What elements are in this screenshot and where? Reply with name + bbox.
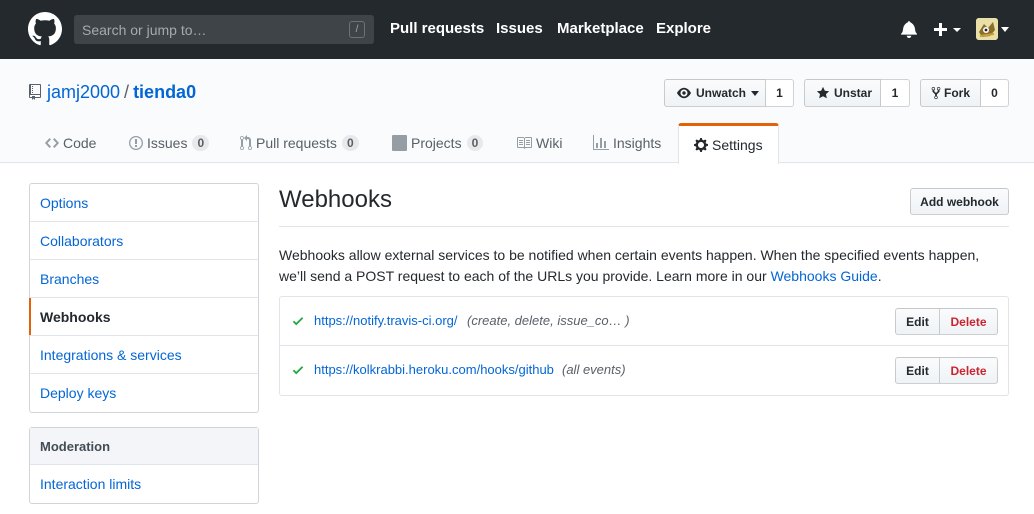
nav-pull-requests[interactable]: Pull requests: [390, 20, 484, 37]
tab-pull-requests[interactable]: Pull requests 0: [240, 123, 359, 163]
unwatch-button[interactable]: Unwatch: [664, 79, 766, 107]
tab-issues-label: Issues: [147, 135, 188, 151]
webhooks-guide-link[interactable]: Webhooks Guide: [771, 268, 878, 284]
tab-insights-label: Insights: [613, 135, 662, 151]
unwatch-label: Unwatch: [696, 86, 747, 100]
delete-webhook-button[interactable]: Delete: [939, 357, 998, 384]
sidebar-item-integrations[interactable]: Integrations & services: [30, 336, 258, 374]
search-box[interactable]: /: [74, 15, 374, 44]
caret-down-icon: [751, 90, 760, 96]
unstar-label: Unstar: [834, 86, 873, 100]
star-icon: [816, 86, 830, 99]
stargazers-count[interactable]: 1: [881, 79, 910, 107]
tab-settings[interactable]: Settings: [678, 123, 779, 164]
pull-request-icon: [240, 135, 252, 150]
watchers-count[interactable]: 1: [766, 79, 794, 107]
bell-icon[interactable]: [900, 20, 918, 38]
list-item: https://notify.travis-ci.org/ (create, d…: [280, 297, 1008, 346]
sidebar-item-deploy-keys[interactable]: Deploy keys: [30, 374, 258, 412]
tab-issues[interactable]: Issues 0: [129, 123, 210, 163]
issue-icon: [129, 136, 143, 150]
forks-count[interactable]: 0: [981, 79, 1009, 107]
edit-webhook-button[interactable]: Edit: [895, 357, 940, 384]
tab-insights[interactable]: Insights: [593, 123, 661, 163]
edit-webhook-button[interactable]: Edit: [895, 308, 940, 335]
description-end: .: [877, 268, 882, 284]
avatar[interactable]: [976, 18, 998, 40]
unstar-button[interactable]: Unstar: [804, 79, 881, 107]
sidebar-item-webhooks[interactable]: Webhooks: [29, 298, 258, 336]
nav-explore[interactable]: Explore: [656, 20, 711, 37]
code-icon: [45, 138, 59, 148]
repository-header: jamj2000/tienda0 Unwatch 1 Unstar 1 Fork…: [0, 59, 1034, 164]
tab-projects-label: Projects: [411, 135, 462, 151]
issues-count-badge: 0: [192, 135, 210, 151]
webhook-events: (create, delete, issue_co… ): [467, 313, 630, 328]
nav-issues[interactable]: Issues: [496, 20, 543, 37]
list-item: https://kolkrabbi.heroku.com/hooks/githu…: [280, 346, 1008, 395]
webhooks-description: Webhooks allow external services to be n…: [279, 245, 1009, 287]
pull-requests-count-badge: 0: [341, 135, 359, 151]
avatar-dropdown-caret-icon[interactable]: [1001, 27, 1009, 32]
fork-button[interactable]: Fork: [920, 79, 981, 107]
repo-title: jamj2000/tienda0: [47, 82, 196, 103]
webhook-events: (all events): [562, 362, 626, 377]
webhook-url-link[interactable]: https://kolkrabbi.heroku.com/hooks/githu…: [314, 362, 554, 377]
repo-title-separator: /: [124, 82, 130, 102]
settings-menu: Options Collaborators Branches Webhooks …: [29, 183, 259, 413]
fork-label: Fork: [944, 86, 971, 100]
tab-pull-requests-label: Pull requests: [256, 135, 337, 151]
tab-wiki[interactable]: Wiki: [516, 123, 562, 163]
projects-count-badge: 0: [466, 135, 484, 151]
tab-wiki-label: Wiki: [536, 135, 563, 151]
sidebar-item-interaction-limits[interactable]: Interaction limits: [30, 465, 258, 503]
book-icon: [517, 137, 532, 149]
tab-code-label: Code: [63, 135, 97, 151]
repo-owner-link[interactable]: jamj2000: [47, 82, 120, 102]
search-shortcut-key: /: [349, 21, 365, 38]
project-icon: [392, 135, 407, 151]
tab-projects[interactable]: Projects 0: [392, 123, 484, 163]
sidebar-item-branches[interactable]: Branches: [30, 260, 258, 298]
check-icon: [292, 366, 304, 375]
add-webhook-button[interactable]: Add webhook: [910, 188, 1009, 215]
gear-icon: [694, 138, 708, 152]
check-icon: [292, 317, 304, 326]
moderation-heading: Moderation: [30, 428, 258, 465]
sidebar-item-collaborators[interactable]: Collaborators: [30, 222, 258, 260]
graph-icon: [593, 135, 609, 150]
tab-settings-label: Settings: [712, 137, 763, 153]
webhook-url-link[interactable]: https://notify.travis-ci.org/: [314, 313, 458, 328]
fork-icon: [931, 86, 941, 100]
eye-icon: [677, 87, 691, 99]
webhooks-subhead: Webhooks Add webhook: [279, 184, 1009, 227]
sidebar-item-options[interactable]: Options: [30, 184, 258, 222]
nav-marketplace[interactable]: Marketplace: [557, 20, 644, 37]
moderation-menu: Moderation Interaction limits: [29, 427, 259, 504]
delete-webhook-button[interactable]: Delete: [939, 308, 998, 335]
webhooks-list: https://notify.travis-ci.org/ (create, d…: [279, 296, 1009, 396]
plus-dropdown-icon[interactable]: [933, 20, 963, 40]
repo-icon: [29, 84, 41, 100]
top-header: / Pull requests Issues Marketplace Explo…: [0, 0, 1034, 59]
page-title: Webhooks: [279, 186, 392, 213]
tab-code[interactable]: Code: [45, 123, 96, 163]
search-input[interactable]: [74, 15, 374, 44]
github-logo-icon[interactable]: [28, 12, 62, 46]
repo-name-link[interactable]: tienda0: [133, 82, 196, 102]
